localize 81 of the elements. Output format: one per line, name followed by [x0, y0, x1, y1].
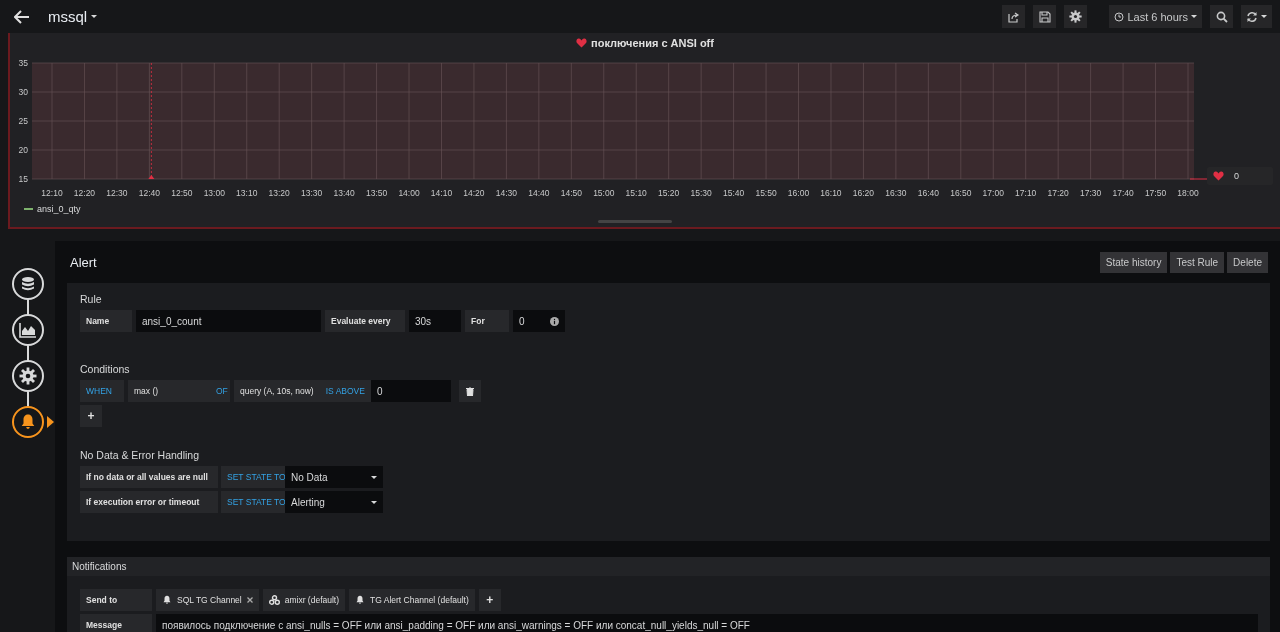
field-label: If no data or all values are null: [80, 466, 218, 488]
channel-tag[interactable]: SQL TG Channel: [156, 589, 259, 611]
threshold-input[interactable]: 0: [370, 380, 451, 402]
section-heading: Rule: [80, 293, 103, 305]
x-axis-label: 14:10: [430, 188, 453, 198]
x-axis-label: 12:50: [171, 188, 193, 198]
x-axis-label: 12:30: [106, 188, 128, 198]
x-axis-label: 16:10: [820, 188, 842, 198]
channel-tag[interactable]: amixr (default): [262, 589, 346, 611]
x-axis-label: 13:30: [301, 188, 323, 198]
x-axis-label: 17:10: [1015, 188, 1037, 198]
action-button[interactable]: State history: [1099, 251, 1168, 273]
x-axis-label: 13:10: [236, 188, 258, 198]
x-axis-label: 17:40: [1112, 188, 1134, 198]
add-channel-button[interactable]: +: [478, 589, 501, 611]
for-input[interactable]: 0: [513, 310, 565, 332]
x-axis-label: 15:40: [722, 188, 745, 198]
threshold-handle[interactable]: 0: [1207, 167, 1273, 185]
x-axis-label: 14:40: [528, 188, 550, 198]
threshold-value: 0: [1234, 171, 1239, 181]
field-label: Name: [80, 310, 132, 332]
x-axis-label: 15:00: [593, 188, 615, 198]
section-heading: Conditions: [80, 363, 131, 375]
x-axis-label: 16:30: [885, 188, 907, 198]
x-axis-label: 16:50: [950, 188, 972, 198]
field-label: If execution error or timeout: [80, 491, 218, 513]
reducer-select[interactable]: max (): [128, 380, 210, 402]
x-axis-label: 14:00: [398, 188, 420, 198]
evaluator-select[interactable]: IS ABOVE: [319, 380, 371, 402]
interval-input[interactable]: 30s: [409, 310, 461, 332]
name-input[interactable]: ansi_0_count: [136, 310, 321, 332]
state-select[interactable]: No Data: [285, 466, 383, 488]
time-range-picker[interactable]: Last 6 hours: [1109, 5, 1202, 28]
field-label: Send to: [80, 589, 152, 611]
x-axis-label: 15:50: [755, 188, 777, 198]
section-title: Alert: [70, 254, 97, 270]
query-select[interactable]: query (A, 10s, now): [234, 380, 320, 402]
section-heading: No Data & Error Handling: [80, 449, 201, 461]
action-button[interactable]: Delete: [1227, 251, 1268, 273]
y-axis-label: 30: [18, 87, 28, 97]
x-axis-label: 14:30: [495, 188, 518, 198]
x-axis-label: 12:10: [41, 188, 63, 198]
y-axis-label: 15: [18, 174, 28, 184]
x-axis-label: 12:40: [138, 188, 160, 198]
x-axis-label: 14:50: [560, 188, 582, 198]
x-axis-label: 13:40: [333, 188, 355, 198]
x-axis-label: 12:20: [73, 188, 96, 198]
condition-keyword: OF: [210, 380, 230, 402]
state-select[interactable]: Alerting: [285, 491, 383, 513]
channel-tag[interactable]: TG Alert Channel (default): [349, 589, 475, 611]
x-axis-label: 15:20: [658, 188, 680, 198]
section-heading: Notifications: [72, 561, 127, 572]
x-axis-label: 15:10: [625, 188, 647, 198]
field-label: For: [465, 310, 509, 332]
legend-label[interactable]: ansi_0_qty: [37, 204, 81, 214]
panel-title: поключения с ANSI off: [591, 37, 714, 49]
field-label: Message: [80, 614, 152, 632]
condition-keyword: WHEN: [80, 380, 124, 402]
x-axis-label: 18:00: [1177, 188, 1199, 198]
x-axis-label: 16:40: [917, 188, 939, 198]
x-axis-label: 14:20: [463, 188, 485, 198]
x-axis-label: 17:30: [1080, 188, 1102, 198]
x-axis-label: 15:30: [690, 188, 712, 198]
y-axis-label: 25: [18, 116, 28, 126]
x-axis-label: 17:00: [982, 188, 1004, 198]
add-condition-button[interactable]: +: [80, 405, 102, 427]
condition-keyword: SET STATE TO: [221, 466, 285, 488]
dashboard-title[interactable]: mssql: [48, 8, 98, 25]
x-axis-label: 13:20: [268, 188, 290, 198]
x-axis-label: 16:00: [787, 188, 810, 198]
y-axis-label: 35: [18, 58, 28, 68]
field-label: Evaluate every: [325, 310, 405, 332]
x-axis-label: 13:50: [365, 188, 388, 198]
y-axis-label: 20: [18, 145, 28, 155]
x-axis-label: 13:00: [203, 188, 225, 198]
x-axis-label: 17:20: [1047, 188, 1069, 198]
x-axis-label: 17:50: [1144, 188, 1167, 198]
message-input[interactable]: появилось подключение с ansi_nulls = OFF или ansi_padding = OFF или ansi_warnings = OFF или concat_null_yields_null = OFF: [156, 614, 1258, 632]
condition-keyword: SET STATE TO: [221, 491, 285, 513]
action-button[interactable]: Test Rule: [1170, 251, 1225, 273]
x-axis-label: 16:20: [852, 188, 875, 198]
